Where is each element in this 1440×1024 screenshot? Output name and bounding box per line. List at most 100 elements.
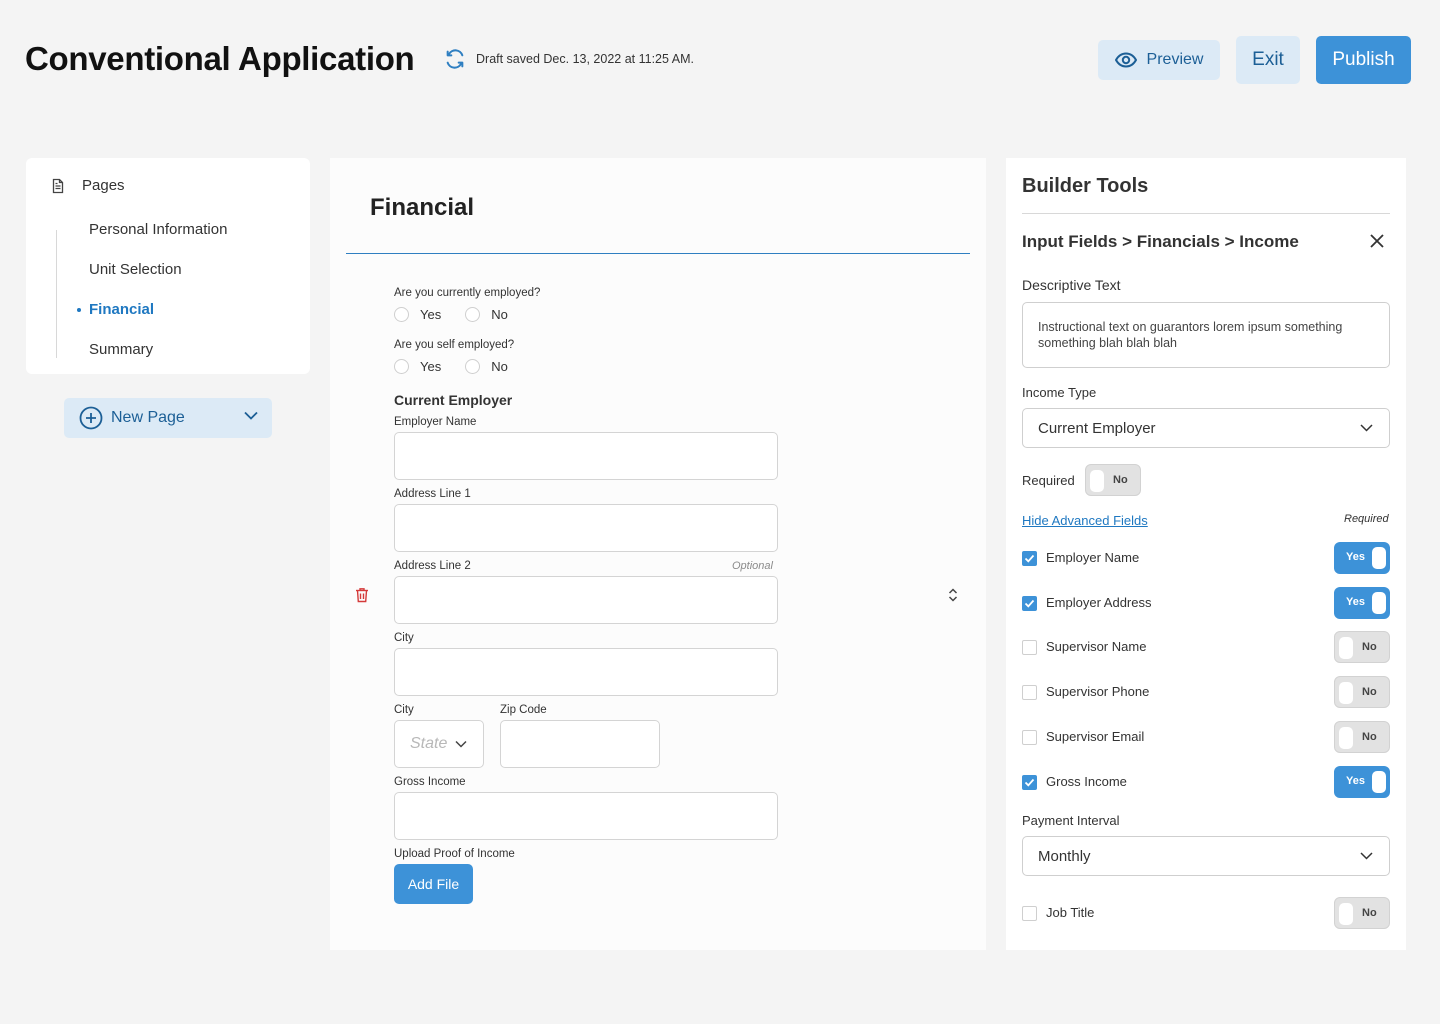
checkmark-icon: [1024, 778, 1035, 787]
descriptive-text-label: Descriptive Text: [1022, 277, 1121, 293]
self-employed-yes-radio[interactable]: [394, 359, 409, 374]
employer-name-label: Employer Name: [394, 416, 477, 428]
hide-advanced-fields-link[interactable]: Hide Advanced Fields: [1022, 513, 1148, 528]
draft-status-text: Draft saved Dec. 13, 2022 at 11:25 AM.: [476, 52, 694, 66]
checkmark-icon: [1024, 599, 1035, 608]
gross-income-field[interactable]: [394, 792, 778, 840]
supervisor-email-checkbox[interactable]: [1022, 729, 1037, 745]
chevron-down-icon: [1360, 852, 1373, 860]
required-toggle[interactable]: No: [1085, 464, 1141, 496]
gross-income-required-label: Yes: [1346, 774, 1365, 787]
sync-icon: [446, 49, 464, 69]
gross-income-checkbox[interactable]: [1022, 774, 1037, 790]
employer-name-label: Employer Name: [1046, 550, 1140, 565]
city-label: City: [394, 632, 414, 644]
state-select[interactable]: State: [394, 720, 484, 768]
address1-label: Address Line 1: [394, 488, 471, 500]
employed-yes-label: Yes: [420, 307, 442, 322]
employer-name-required-label: Yes: [1346, 551, 1365, 563]
active-indicator: [77, 308, 81, 312]
draft-status: Draft saved Dec. 13, 2022 at 11:25 AM.: [444, 48, 694, 70]
employer-name-field[interactable]: [394, 432, 778, 480]
self-employed-question: Are you self employed?: [394, 339, 515, 351]
job-title-required-toggle[interactable]: No: [1334, 897, 1390, 929]
supervisor-email-required-toggle[interactable]: No: [1334, 720, 1390, 753]
breadcrumb: Input Fields > Financials > Income: [1022, 232, 1299, 251]
employed-radio-group: Yes No: [394, 307, 532, 322]
close-icon[interactable]: [1370, 234, 1384, 248]
toggle-knob: [1372, 770, 1386, 793]
city-field[interactable]: [394, 648, 778, 696]
job-title-required-label: No: [1362, 907, 1377, 919]
toggle-knob: [1372, 591, 1386, 614]
trash-icon[interactable]: [355, 587, 369, 603]
toggle-knob: [1339, 682, 1353, 705]
required-label: Required: [1022, 473, 1075, 488]
zip-field[interactable]: [500, 720, 660, 768]
supervisor-phone-checkbox[interactable]: [1022, 685, 1037, 701]
preview-button[interactable]: Preview: [1098, 40, 1220, 80]
supervisor-name-checkbox[interactable]: [1022, 640, 1037, 656]
pages-tree-line: [56, 230, 57, 358]
employed-question: Are you currently employed?: [394, 287, 541, 299]
payment-interval-value: Monthly: [1038, 847, 1091, 865]
builder-tools-divider: [1022, 213, 1390, 214]
supervisor-name-label: Supervisor Name: [1046, 639, 1147, 655]
eye-icon: [1114, 52, 1137, 68]
sidebar-item-unit-selection[interactable]: Unit Selection: [89, 261, 182, 278]
supervisor-name-required-toggle[interactable]: No: [1334, 631, 1390, 664]
address1-field[interactable]: [394, 504, 778, 552]
required-column-header: Required: [1344, 513, 1389, 525]
publish-button[interactable]: Publish: [1316, 36, 1411, 84]
page-title: Conventional Application: [25, 40, 415, 77]
self-employed-no-label: No: [491, 359, 508, 374]
employer-address-required-label: Yes: [1346, 595, 1365, 608]
toggle-knob: [1339, 637, 1353, 660]
builder-tools-panel: Builder Tools Input Fields > Financials …: [1006, 158, 1406, 950]
employer-address-required-toggle[interactable]: Yes: [1334, 586, 1390, 619]
chevron-down-icon: [244, 411, 258, 420]
zip-label: Zip Code: [500, 704, 547, 716]
self-employed-yes-label: Yes: [420, 359, 442, 374]
state-placeholder: State: [410, 735, 448, 752]
form-divider: [346, 253, 970, 254]
payment-interval-select[interactable]: Monthly: [1022, 836, 1390, 876]
exit-button[interactable]: Exit: [1236, 36, 1300, 84]
employer-address-checkbox[interactable]: [1022, 595, 1037, 611]
employer-name-checkbox[interactable]: [1022, 551, 1037, 566]
add-file-button[interactable]: Add File: [394, 864, 473, 904]
employed-yes-radio[interactable]: [394, 307, 409, 322]
new-page-button[interactable]: New Page: [64, 398, 272, 438]
pages-heading-label: Pages: [82, 177, 125, 194]
employed-no-radio[interactable]: [465, 307, 481, 322]
sort-arrows-icon[interactable]: [948, 588, 958, 602]
supervisor-name-required-label: No: [1362, 641, 1377, 654]
job-title-checkbox[interactable]: [1022, 906, 1037, 921]
form-canvas: Financial Are you currently employed? Ye…: [330, 158, 986, 950]
income-type-value: Current Employer: [1038, 419, 1156, 437]
sidebar-item-personal-information[interactable]: Personal Information: [89, 221, 227, 238]
document-icon: [52, 178, 64, 193]
employer-name-required-toggle[interactable]: Yes: [1334, 542, 1390, 574]
self-employed-no-radio[interactable]: [465, 359, 481, 374]
address2-label: Address Line 2: [394, 560, 471, 572]
income-type-label: Income Type: [1022, 385, 1097, 400]
gross-income-required-toggle[interactable]: Yes: [1334, 765, 1390, 798]
job-title-label: Job Title: [1046, 905, 1095, 920]
required-toggle-label: No: [1113, 474, 1128, 486]
sidebar-item-summary[interactable]: Summary: [89, 341, 153, 358]
income-type-select[interactable]: Current Employer: [1022, 408, 1390, 448]
pages-panel: Pages Personal Information Unit Selectio…: [26, 158, 310, 374]
gross-income-label: Gross Income: [1046, 773, 1127, 789]
current-employer-heading: Current Employer: [394, 392, 513, 408]
address2-field[interactable]: [394, 576, 778, 624]
descriptive-text-input[interactable]: Instructional text on guarantors lorem i…: [1022, 302, 1390, 368]
sidebar-item-financial[interactable]: Financial: [89, 301, 154, 318]
upload-income-label: Upload Proof of Income: [394, 848, 515, 860]
toggle-knob: [1339, 726, 1353, 749]
toggle-knob: [1090, 470, 1104, 492]
supervisor-phone-required-toggle[interactable]: No: [1334, 676, 1390, 709]
self-employed-radio-group: Yes No: [394, 359, 532, 374]
gross-income-label: Gross Income: [394, 776, 466, 788]
chevron-down-icon: [455, 740, 467, 748]
